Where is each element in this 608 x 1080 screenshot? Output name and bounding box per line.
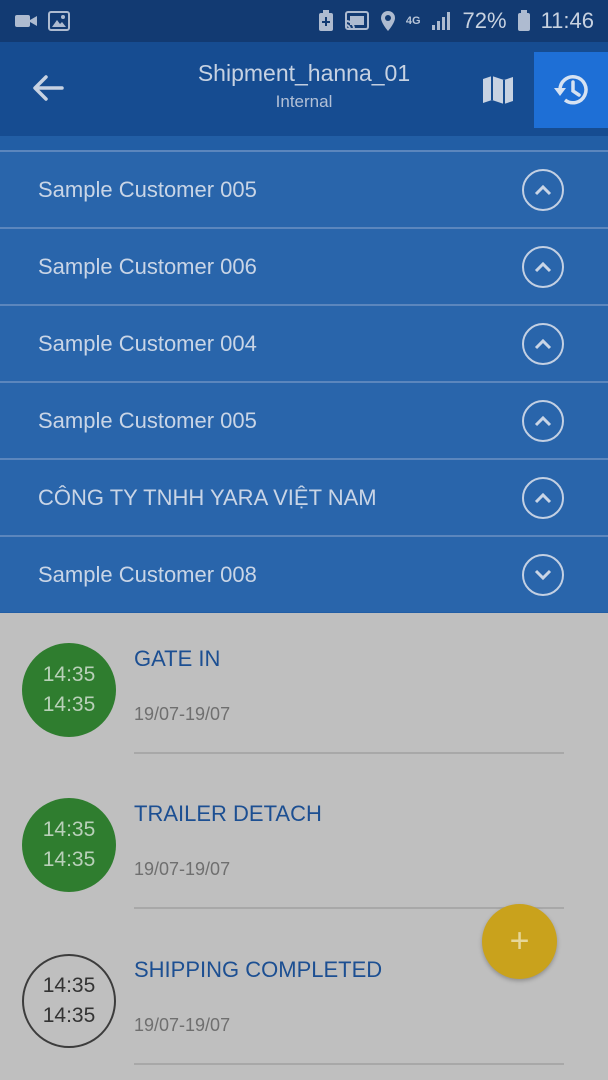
clock: 11:46 xyxy=(540,8,594,33)
video-icon xyxy=(15,15,37,27)
event-dates: 19/07-19/07 xyxy=(134,1015,231,1035)
battery-icon xyxy=(517,10,530,31)
event-dates: 19/07-19/07 xyxy=(134,859,231,879)
map-button[interactable] xyxy=(474,66,522,114)
event-item[interactable]: 14:35 14:35 GATE IN 19/07-19/07 xyxy=(0,613,608,768)
event-time-start: 14:35 xyxy=(42,663,96,686)
event-time-start: 14:35 xyxy=(42,974,96,997)
chevron-up-icon xyxy=(534,184,552,195)
event-time-circle: 14:35 14:35 xyxy=(22,954,116,1048)
chevron-down-icon xyxy=(534,569,552,580)
collapse-button[interactable] xyxy=(522,322,564,365)
collapse-button[interactable] xyxy=(522,168,564,211)
event-title: GATE IN xyxy=(134,646,221,671)
collapse-button[interactable] xyxy=(522,399,564,442)
customer-list: Sample Customer 005 Sample Customer 006 … xyxy=(0,136,608,613)
divider xyxy=(134,752,564,754)
plus-icon: + xyxy=(509,922,530,960)
chevron-up-icon xyxy=(534,492,552,503)
customer-name: Sample Customer 005 xyxy=(38,176,257,202)
customer-name: Sample Customer 008 xyxy=(38,561,257,587)
collapse-button[interactable] xyxy=(522,476,564,519)
chevron-up-icon xyxy=(534,261,552,272)
collapse-button[interactable] xyxy=(522,245,564,288)
network-type: 4G xyxy=(405,15,421,27)
page-title: Shipment_hanna_01 xyxy=(197,60,411,86)
history-icon xyxy=(554,75,588,105)
page-subtitle: Internal xyxy=(275,92,333,111)
event-time-end: 14:35 xyxy=(42,693,96,716)
customer-name: Sample Customer 006 xyxy=(38,253,257,279)
battery-saver-icon xyxy=(318,10,333,31)
event-dates: 19/07-19/07 xyxy=(134,704,231,724)
app-bar: Shipment_hanna_01 Internal xyxy=(0,42,608,136)
battery-percent: 72% xyxy=(462,8,507,33)
customer-row[interactable]: Sample Customer 008 xyxy=(0,535,608,612)
event-time-end: 14:35 xyxy=(42,848,96,871)
event-time-circle: 14:35 14:35 xyxy=(22,798,116,892)
customer-row[interactable]: Sample Customer 005 xyxy=(0,381,608,458)
image-icon xyxy=(48,11,70,31)
cast-icon xyxy=(344,11,369,30)
event-title: TRAILER DETACH xyxy=(134,801,322,826)
history-button[interactable] xyxy=(534,52,608,128)
chevron-up-icon xyxy=(534,338,552,349)
event-time-start: 14:35 xyxy=(42,818,96,841)
back-arrow-icon xyxy=(33,75,64,101)
chevron-up-icon xyxy=(534,415,552,426)
customer-row[interactable]: Sample Customer 005 xyxy=(0,150,608,227)
title-block: Shipment_hanna_01 Internal xyxy=(130,58,478,116)
event-time-end: 14:35 xyxy=(42,1004,96,1027)
event-item[interactable]: 14:35 14:35 TRAILER DETACH 19/07-19/07 xyxy=(0,768,608,923)
status-bar-left xyxy=(14,11,70,31)
signal-icon xyxy=(431,12,450,30)
location-icon xyxy=(380,11,395,31)
customer-row[interactable]: CÔNG TY TNHH YARA VIỆT NAM xyxy=(0,458,608,535)
status-bar: 4G 72% 11:46 xyxy=(0,0,608,42)
map-icon xyxy=(483,76,513,104)
divider xyxy=(134,1063,564,1065)
event-timeline: 14:35 14:35 GATE IN 19/07-19/07 14:35 14… xyxy=(0,613,608,1080)
back-button[interactable] xyxy=(26,66,70,110)
customer-name: Sample Customer 004 xyxy=(38,330,257,356)
event-title: SHIPPING COMPLETED xyxy=(134,957,383,982)
customer-name: Sample Customer 005 xyxy=(38,407,257,433)
expand-button[interactable] xyxy=(522,553,564,596)
status-bar-right: 4G 72% 11:46 xyxy=(318,8,594,34)
customer-row[interactable]: Sample Customer 004 xyxy=(0,304,608,381)
customer-name: CÔNG TY TNHH YARA VIỆT NAM xyxy=(38,484,377,510)
event-time-circle: 14:35 14:35 xyxy=(22,643,116,737)
customer-row[interactable]: Sample Customer 006 xyxy=(0,227,608,304)
add-event-button[interactable]: + xyxy=(482,904,557,979)
